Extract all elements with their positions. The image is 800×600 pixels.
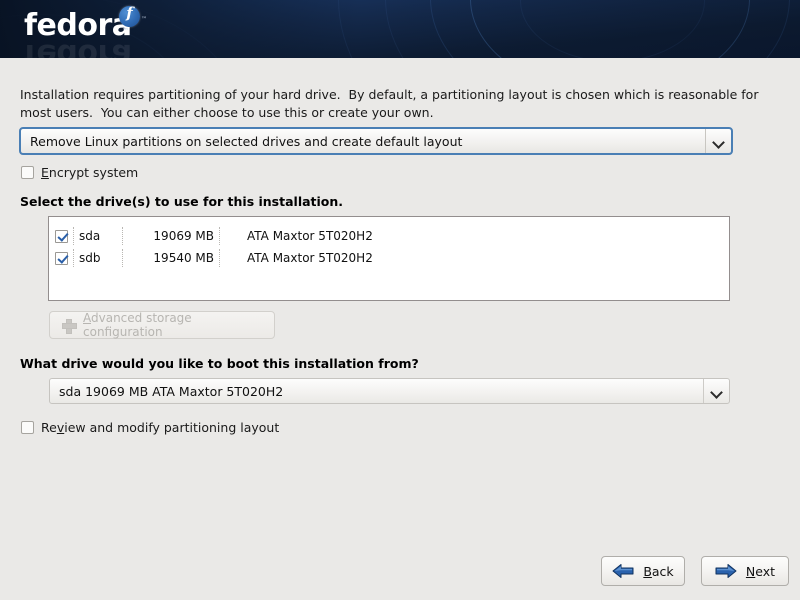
drive-list[interactable]: sda 19069 MB ATA Maxtor 5T020H2 sdb 1954… bbox=[48, 216, 730, 301]
arrow-left-icon bbox=[612, 564, 634, 578]
drive-size: 19540 MB bbox=[153, 251, 214, 265]
review-label-pre: Re bbox=[41, 420, 57, 435]
column-divider bbox=[219, 227, 220, 245]
column-divider bbox=[122, 227, 123, 245]
advanced-storage-configuration-button: Advanced storage configuration bbox=[49, 311, 275, 339]
fedora-f-badge-icon: f bbox=[119, 4, 140, 27]
table-row[interactable]: sdb 19540 MB ATA Maxtor 5T020H2 bbox=[49, 247, 729, 269]
checkbox-box[interactable] bbox=[21, 166, 34, 179]
drive-size: 19069 MB bbox=[153, 229, 214, 243]
review-partitioning-checkbox[interactable]: Review and modify partitioning layout bbox=[21, 420, 279, 435]
drive-model: ATA Maxtor 5T020H2 bbox=[247, 229, 373, 243]
column-divider bbox=[122, 249, 123, 267]
encrypt-mnemonic: E bbox=[41, 165, 49, 180]
drive-checkbox[interactable] bbox=[55, 229, 68, 243]
select-drives-label: Select the drive(s) to use for this inst… bbox=[20, 194, 344, 209]
back-label-post: ack bbox=[651, 563, 674, 579]
advanced-label-post: dvanced storage configuration bbox=[83, 311, 192, 339]
next-mnemonic: N bbox=[745, 563, 756, 579]
partitioning-layout-select[interactable]: Remove Linux partitions on selected driv… bbox=[19, 127, 733, 155]
chevron-down-icon[interactable] bbox=[703, 379, 729, 403]
intro-paragraph: Installation requires partitioning of yo… bbox=[20, 87, 763, 120]
encrypt-system-checkbox[interactable]: Encrypt system bbox=[21, 165, 138, 180]
next-button[interactable]: Next bbox=[701, 556, 789, 586]
advanced-mnemonic: A bbox=[83, 311, 91, 325]
fedora-wordmark: fedora bbox=[24, 8, 132, 43]
back-button[interactable]: Back bbox=[601, 556, 685, 586]
fedora-header-banner: fedora fedora ™ f ™ bbox=[0, 0, 800, 58]
partitioning-layout-value: Remove Linux partitions on selected driv… bbox=[30, 133, 463, 149]
review-label-post: iew and modify partitioning layout bbox=[64, 420, 280, 435]
column-divider bbox=[219, 249, 220, 267]
boot-drive-value: sda 19069 MB ATA Maxtor 5T020H2 bbox=[59, 383, 284, 399]
next-label-post: ext bbox=[755, 563, 776, 579]
installer-content: Installation requires partitioning of yo… bbox=[0, 58, 800, 600]
arrow-right-icon bbox=[715, 564, 737, 578]
drive-device: sda bbox=[79, 229, 101, 243]
checkbox-box[interactable] bbox=[21, 421, 34, 434]
wordmark-tm-icon: ™ bbox=[122, 27, 129, 35]
next-button-label: Next bbox=[746, 564, 775, 579]
boot-drive-label: What drive would you like to boot this i… bbox=[20, 356, 419, 371]
boot-drive-select[interactable]: sda 19069 MB ATA Maxtor 5T020H2 bbox=[49, 378, 730, 404]
back-mnemonic: B bbox=[643, 563, 652, 579]
column-divider bbox=[73, 227, 74, 245]
column-divider bbox=[73, 249, 74, 267]
drive-model: ATA Maxtor 5T020H2 bbox=[247, 251, 373, 265]
encrypt-system-label: Encrypt system bbox=[41, 165, 138, 180]
fedora-logo: fedora fedora ™ f ™ bbox=[24, 4, 154, 58]
review-partitioning-label: Review and modify partitioning layout bbox=[41, 420, 279, 435]
plus-icon bbox=[62, 318, 77, 334]
badge-tm-icon: ™ bbox=[141, 16, 147, 23]
encrypt-label-post: ncrypt system bbox=[48, 165, 139, 180]
table-row[interactable]: sda 19069 MB ATA Maxtor 5T020H2 bbox=[49, 225, 729, 247]
drive-checkbox[interactable] bbox=[55, 251, 68, 265]
advanced-storage-label: Advanced storage configuration bbox=[83, 311, 274, 339]
fedora-f-glyph: f bbox=[126, 4, 133, 22]
drive-device: sdb bbox=[79, 251, 101, 265]
chevron-down-icon[interactable] bbox=[705, 129, 731, 153]
back-button-label: Back bbox=[643, 564, 673, 579]
